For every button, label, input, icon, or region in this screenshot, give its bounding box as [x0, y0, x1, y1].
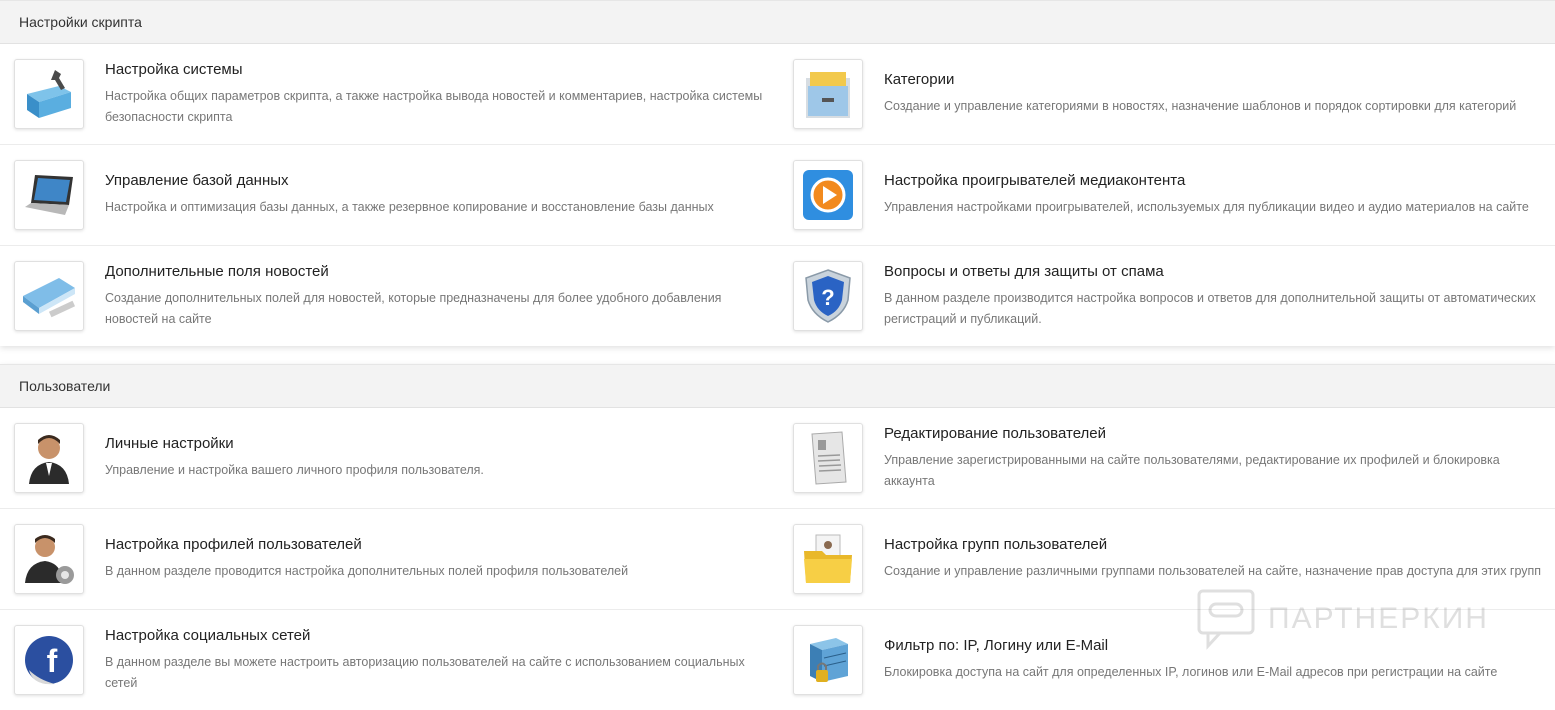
- section-script-settings: Настройки скрипта Настройка системы Наст…: [0, 0, 1555, 346]
- svg-text:?: ?: [821, 285, 834, 310]
- item-title: Настройка групп пользователей: [884, 536, 1108, 553]
- section-title: Пользователи: [0, 364, 1555, 408]
- user-gear-icon: [14, 524, 84, 594]
- item-title: Настройка системы: [105, 60, 243, 78]
- folder-users-icon: [793, 524, 863, 594]
- toolbox-icon: [14, 59, 84, 129]
- item-title: Категории: [884, 71, 955, 88]
- facebook-icon: f: [14, 625, 84, 695]
- menu-item-database[interactable]: Управление базой данных Настройка и опти…: [0, 145, 780, 245]
- file-cabinet-icon: [793, 59, 863, 129]
- menu-item-spam-questions[interactable]: ? Вопросы и ответы для защиты от спама В…: [780, 246, 1555, 346]
- menu-item-edit-users[interactable]: Редактирование пользователей Управление …: [780, 408, 1555, 508]
- item-description: Управления настройками проигрывателей, и…: [884, 200, 1529, 214]
- settings-row: Дополнительные поля новостей Создание до…: [0, 246, 1555, 346]
- section-users: Пользователи Личные настройки Управление…: [0, 364, 1555, 710]
- item-description: Создание и управление категориями в ново…: [884, 99, 1517, 113]
- item-title: Фильтр по: IP, Логину или E-Mail: [884, 637, 1109, 654]
- menu-item-extra-fields[interactable]: Дополнительные поля новостей Создание до…: [0, 246, 780, 346]
- shield-question-icon: ?: [793, 261, 863, 331]
- item-description: Настройка общих параметров скрипта, а та…: [105, 88, 763, 124]
- section-title: Настройки скрипта: [0, 0, 1555, 44]
- settings-row: Настройка профилей пользователей В данно…: [0, 509, 1555, 610]
- media-player-icon: [793, 160, 863, 230]
- menu-item-user-groups[interactable]: Настройка групп пользователей Создание и…: [780, 509, 1555, 609]
- item-description: В данном разделе вы можете настроить авт…: [105, 654, 745, 690]
- item-description: В данном разделе проводится настройка до…: [105, 564, 629, 578]
- item-description: Управление зарегистрированными на сайте …: [884, 452, 1500, 488]
- menu-item-system-settings[interactable]: Настройка системы Настройка общих параме…: [0, 44, 780, 144]
- ruler-icon: [14, 261, 84, 331]
- item-title: Настройка проигрывателей медиаконтента: [884, 172, 1186, 189]
- document-icon: [793, 423, 863, 493]
- settings-row: Личные настройки Управление и настройка …: [0, 408, 1555, 509]
- menu-item-personal-settings[interactable]: Личные настройки Управление и настройка …: [0, 408, 780, 508]
- item-description: В данном разделе производится настройка …: [884, 290, 1536, 326]
- settings-row: f Настройка социальных сетей В данном ра…: [0, 610, 1555, 710]
- item-title: Дополнительные поля новостей: [105, 262, 329, 280]
- svg-text:f: f: [47, 643, 58, 679]
- menu-item-media-players[interactable]: Настройка проигрывателей медиаконтента У…: [780, 145, 1555, 245]
- item-title: Вопросы и ответы для защиты от спама: [884, 262, 1164, 280]
- laptop-icon: [14, 160, 84, 230]
- item-title: Настройка профилей пользователей: [105, 536, 362, 553]
- menu-item-categories[interactable]: Категории Создание и управление категори…: [780, 44, 1555, 144]
- menu-item-profile-settings[interactable]: Настройка профилей пользователей В данно…: [0, 509, 780, 609]
- menu-item-social-networks[interactable]: f Настройка социальных сетей В данном ра…: [0, 610, 780, 710]
- item-description: Управление и настройка вашего личного пр…: [105, 463, 484, 477]
- item-title: Настройка социальных сетей: [105, 626, 311, 644]
- locked-server-icon: [793, 625, 863, 695]
- settings-row: Управление базой данных Настройка и опти…: [0, 145, 1555, 246]
- user-icon: [14, 423, 84, 493]
- item-title: Личные настройки: [105, 435, 234, 452]
- item-title: Управление базой данных: [105, 172, 289, 189]
- item-title: Редактирование пользователей: [884, 424, 1107, 442]
- menu-item-ip-filter[interactable]: Фильтр по: IP, Логину или E-Mail Блокиро…: [780, 610, 1555, 710]
- page: Настройки скрипта Настройка системы Наст…: [0, 0, 1555, 710]
- item-description: Создание и управление различными группам…: [884, 564, 1542, 578]
- item-description: Создание дополнительных полей для новост…: [105, 290, 722, 326]
- settings-row: Настройка системы Настройка общих параме…: [0, 44, 1555, 145]
- item-description: Настройка и оптимизация базы данных, а т…: [105, 200, 714, 214]
- item-description: Блокировка доступа на сайт для определен…: [884, 665, 1498, 679]
